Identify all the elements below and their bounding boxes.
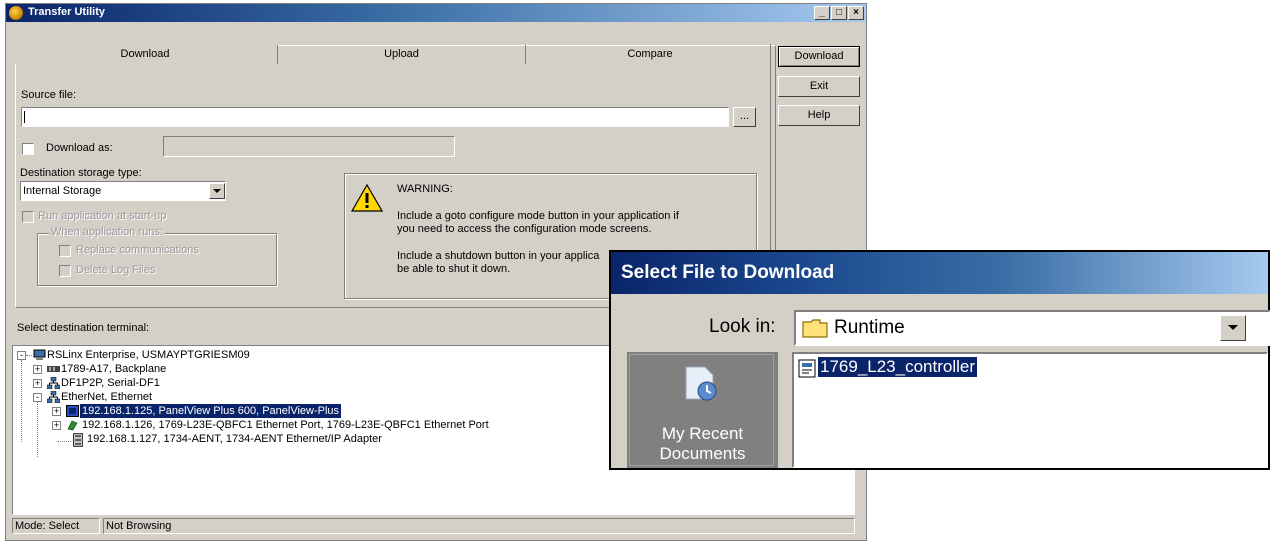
- tree-line: [37, 402, 39, 457]
- expand-toggle[interactable]: +: [52, 421, 61, 430]
- destination-label: Destination storage type:: [20, 167, 142, 179]
- warning-title: WARNING:: [397, 183, 453, 195]
- folder-icon: [802, 318, 828, 341]
- expand-toggle[interactable]: +: [52, 407, 61, 416]
- warning-text-line4: be able to shut it down.: [397, 263, 511, 275]
- chevron-down-icon[interactable]: [1220, 315, 1246, 341]
- text-cursor: [24, 111, 25, 123]
- recent-documents-label-2: Documents: [659, 444, 746, 463]
- browse-button[interactable]: ...: [733, 107, 756, 127]
- expand-toggle[interactable]: +: [33, 379, 42, 388]
- tree-item-df1[interactable]: DF1P2P, Serial-DF1: [61, 376, 160, 390]
- status-mode: Mode: Select: [12, 518, 100, 534]
- tab-compare[interactable]: Compare: [526, 45, 774, 64]
- when-app-runs-label: When application runs:: [49, 226, 165, 238]
- destination-select[interactable]: Internal Storage: [20, 181, 226, 201]
- file-item[interactable]: 1769_L23_controller: [818, 357, 978, 377]
- file-icon: [798, 359, 818, 382]
- delete-log-files-checkbox[interactable]: [59, 265, 71, 277]
- source-file-label: Source file:: [21, 89, 77, 101]
- app-icon: [9, 6, 23, 20]
- collapse-toggle[interactable]: -: [33, 393, 42, 402]
- run-at-startup-checkbox[interactable]: [22, 211, 34, 223]
- status-bar: Mode: Select Not Browsing: [12, 518, 855, 534]
- title-bar[interactable]: Transfer Utility _ □ ×: [6, 4, 866, 22]
- download-as-label: Download as:: [46, 142, 113, 154]
- exit-button[interactable]: Exit: [778, 76, 860, 97]
- warning-icon: [350, 183, 384, 215]
- download-button[interactable]: Download: [778, 46, 860, 67]
- select-terminal-label: Select destination terminal:: [17, 322, 150, 334]
- minimize-button[interactable]: _: [814, 6, 830, 20]
- computer-icon: [33, 349, 46, 361]
- my-recent-documents[interactable]: My Recent Documents: [629, 354, 774, 466]
- controller-icon: [66, 419, 78, 431]
- backplane-icon: [47, 363, 60, 375]
- network-icon: [46, 376, 61, 390]
- delete-log-files-label: Delete Log Files: [76, 264, 156, 276]
- tab-strip: Download Upload Compare: [13, 45, 770, 64]
- places-bar: My Recent Documents: [627, 352, 778, 468]
- chevron-down-icon[interactable]: [209, 183, 225, 199]
- when-app-runs-group: [37, 233, 277, 286]
- tree-line: [21, 360, 23, 442]
- panelview-icon: [66, 405, 79, 417]
- select-file-dialog: Select File to Download Look in: Runtime…: [609, 250, 1270, 470]
- tab-upload[interactable]: Upload: [278, 45, 525, 64]
- recent-documents-icon: [683, 365, 719, 406]
- warning-text-line3: Include a shutdown button in your applic…: [397, 250, 600, 262]
- tree-item-ethernet[interactable]: EtherNet, Ethernet: [61, 390, 152, 404]
- look-in-select[interactable]: Runtime: [794, 310, 1270, 346]
- tab-download[interactable]: Download: [13, 45, 277, 64]
- download-as-input[interactable]: [163, 136, 455, 157]
- close-button[interactable]: ×: [848, 6, 864, 20]
- download-as-checkbox[interactable]: [22, 143, 34, 155]
- replace-communications-checkbox[interactable]: [59, 245, 71, 257]
- recent-documents-label-1: My Recent: [661, 424, 744, 443]
- adapter-icon: [73, 433, 85, 447]
- help-button[interactable]: Help: [778, 105, 860, 126]
- source-file-input[interactable]: [21, 107, 729, 127]
- tree-item-panelview[interactable]: 192.168.1.125, PanelView Plus 600, Panel…: [80, 404, 342, 418]
- tree-line: [57, 441, 71, 443]
- tree-item-rslinx[interactable]: RSLinx Enterprise, USMAYPTGRIESM09: [47, 348, 250, 362]
- dialog-title-bar[interactable]: Select File to Download: [611, 252, 1268, 294]
- tree-item-adapter[interactable]: 192.168.1.127, 1734-AENT, 1734-AENT Ethe…: [87, 432, 382, 446]
- collapse-toggle[interactable]: -: [17, 351, 26, 360]
- expand-toggle[interactable]: +: [33, 365, 42, 374]
- look-in-value: Runtime: [834, 317, 905, 338]
- run-at-startup-label: Run application at start-up: [38, 210, 167, 222]
- status-browsing: Not Browsing: [103, 518, 855, 534]
- warning-text-line1: Include a goto configure mode button in …: [397, 210, 679, 222]
- tree-line: [26, 355, 32, 357]
- maximize-button[interactable]: □: [831, 6, 847, 20]
- look-in-label: Look in:: [709, 316, 776, 337]
- network-icon: [46, 390, 61, 404]
- window-title: Transfer Utility: [28, 6, 106, 18]
- tree-item-backplane[interactable]: 1789-A17, Backplane: [61, 362, 166, 376]
- replace-communications-label: Replace communications: [76, 244, 199, 256]
- warning-text-line2: you need to access the configuration mod…: [397, 223, 652, 235]
- dialog-title: Select File to Download: [621, 262, 835, 283]
- tree-item-controller[interactable]: 192.168.1.126, 1769-L23E-QBFC1 Ethernet …: [82, 418, 489, 432]
- destination-value: Internal Storage: [23, 185, 102, 197]
- file-list[interactable]: 1769_L23_controller: [792, 352, 1268, 468]
